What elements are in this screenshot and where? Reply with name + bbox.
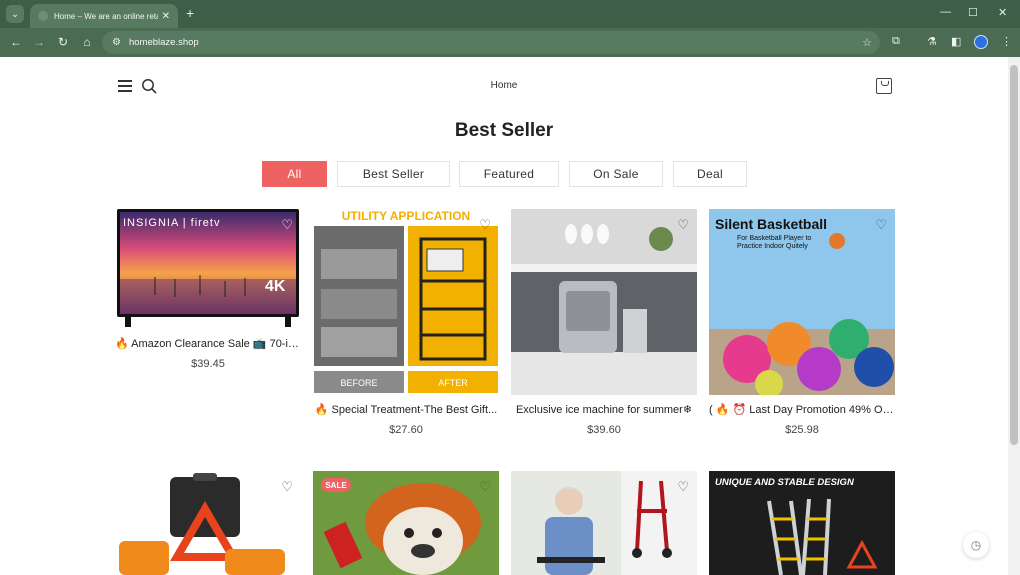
- product-image[interactable]: INSIGNIA | firetv 4K ♡: [115, 209, 301, 329]
- maximize-icon[interactable]: ☐: [968, 6, 978, 19]
- filter-best-seller[interactable]: Best Seller: [337, 161, 450, 187]
- favicon-icon: [38, 11, 48, 21]
- filter-all[interactable]: All: [262, 161, 327, 187]
- browser-toolbar: ← → ↻ ⌂ ⚙ homeblaze.shop ☆ ⧉ ⚗ ◧ ⋮: [0, 28, 1020, 57]
- product-image[interactable]: ♡: [511, 209, 697, 395]
- utility-cart-image: UTILITY APPLICATION BEFORE AFTER: [313, 209, 499, 395]
- profile-avatar[interactable]: [974, 35, 988, 49]
- tv-4k-text: 4K: [265, 278, 286, 295]
- browser-tab[interactable]: Home – We are an online retai ✕: [30, 4, 178, 28]
- product-title[interactable]: 🔥 Special Treatment-The Best Gift...: [313, 403, 499, 416]
- wishlist-heart-icon[interactable]: ♡: [479, 217, 491, 233]
- minimize-icon[interactable]: —: [940, 6, 951, 18]
- tab-title: Home – We are an online retai: [54, 11, 158, 21]
- utility-headline: UTILITY APPLICATION: [342, 209, 470, 223]
- product-card[interactable]: Silent Basketball For Basketball Player …: [709, 209, 895, 436]
- section-title: Best Seller: [454, 120, 554, 141]
- product-image[interactable]: UNIQUE AND STABLE DESIGN: [709, 471, 895, 575]
- before-label: BEFORE: [340, 378, 377, 388]
- wishlist-heart-icon[interactable]: ♡: [875, 217, 887, 233]
- product-card[interactable]: ♡: [511, 471, 697, 575]
- wishlist-heart-icon[interactable]: ♡: [677, 217, 689, 233]
- ladder-image: UNIQUE AND STABLE DESIGN: [709, 471, 895, 575]
- address-bar[interactable]: ⚙ homeblaze.shop ☆: [102, 31, 880, 54]
- product-image[interactable]: ♡: [115, 471, 301, 575]
- home-icon[interactable]: ⌂: [80, 35, 94, 49]
- product-card[interactable]: ♡ Exclusive ice machine for summer❄ $39.…: [511, 209, 697, 436]
- cart-icon[interactable]: [876, 78, 892, 94]
- product-price: $39.45: [191, 358, 225, 370]
- basketball-image: Silent Basketball For Basketball Player …: [709, 209, 895, 395]
- close-tab-icon[interactable]: ✕: [162, 11, 170, 22]
- wishlist-heart-icon[interactable]: ♡: [677, 479, 689, 495]
- product-card[interactable]: INSIGNIA | firetv 4K ♡ 🔥 Amazon Clearanc…: [115, 209, 301, 370]
- filter-deal[interactable]: Deal: [673, 161, 747, 187]
- nav-home-link[interactable]: Home: [0, 80, 1008, 91]
- sale-badge: SALE: [325, 481, 347, 490]
- product-price: $39.60: [587, 424, 621, 436]
- side-panel-icon[interactable]: ◧: [951, 35, 961, 48]
- reload-icon[interactable]: ↻: [56, 35, 70, 49]
- tv-brand-text: INSIGNIA | firetv: [123, 217, 221, 229]
- after-label: AFTER: [438, 378, 468, 388]
- product-image[interactable]: ♡: [511, 471, 697, 575]
- product-image[interactable]: UTILITY APPLICATION BEFORE AFTER ♡: [313, 209, 499, 395]
- bookmark-star-icon[interactable]: ☆: [862, 36, 872, 49]
- new-tab-icon[interactable]: +: [186, 5, 194, 21]
- product-card[interactable]: ♡: [115, 471, 301, 575]
- browser-tabbar: ⌄ Home – We are an online retai ✕ + — ☐ …: [0, 0, 1020, 28]
- filter-featured[interactable]: Featured: [459, 161, 559, 187]
- ice-machine-image: [511, 209, 697, 395]
- address-url: homeblaze.shop: [128, 37, 199, 48]
- scrollbar-thumb[interactable]: [1010, 65, 1018, 445]
- product-card[interactable]: SALE ♡: [313, 471, 499, 575]
- product-title[interactable]: ( 🔥 ⏰ Last Day Promotion 49% OF...: [709, 403, 895, 416]
- product-price: $25.98: [785, 424, 819, 436]
- labs-icon[interactable]: ⚗: [927, 35, 937, 48]
- product-price: $27.60: [389, 424, 423, 436]
- wishlist-heart-icon[interactable]: ♡: [479, 479, 491, 495]
- product-card[interactable]: UTILITY APPLICATION BEFORE AFTER ♡ 🔥 Spe…: [313, 209, 499, 436]
- web-page: Home Best Seller All Best Seller Feature…: [0, 57, 1008, 575]
- back-icon[interactable]: ←: [9, 35, 23, 49]
- extensions-icon[interactable]: ⧉: [892, 35, 900, 48]
- product-card[interactable]: UNIQUE AND STABLE DESIGN: [709, 471, 895, 575]
- tab-search-icon[interactable]: ⌄: [6, 5, 24, 23]
- menu-kebab-icon[interactable]: ⋮: [1001, 35, 1012, 48]
- ladder-headline: UNIQUE AND STABLE DESIGN: [715, 477, 855, 488]
- tv-image: INSIGNIA | firetv 4K: [117, 209, 299, 327]
- window-close-icon[interactable]: ✕: [998, 6, 1007, 19]
- pet-wig-image: SALE: [313, 471, 499, 575]
- basketball-headline: Silent Basketball: [715, 216, 827, 232]
- wishlist-heart-icon[interactable]: ♡: [281, 217, 293, 233]
- site-info-icon[interactable]: ⚙: [112, 37, 121, 48]
- wishlist-heart-icon[interactable]: ♡: [281, 479, 293, 495]
- product-title[interactable]: 🔥 Amazon Clearance Sale 📺 70-in...: [115, 337, 301, 350]
- history-icon[interactable]: ◷: [963, 532, 989, 558]
- filter-on-sale[interactable]: On Sale: [569, 161, 663, 187]
- product-image[interactable]: SALE ♡: [313, 471, 499, 575]
- car-jack-image: [115, 471, 301, 575]
- basketball-subtitle: For Basketball Player to Practice Indoor…: [737, 235, 812, 250]
- forward-icon[interactable]: →: [32, 35, 46, 49]
- product-image[interactable]: Silent Basketball For Basketball Player …: [709, 209, 895, 395]
- rollator-image: [511, 471, 697, 575]
- product-title[interactable]: Exclusive ice machine for summer❄: [511, 403, 697, 416]
- page-scrollbar[interactable]: [1008, 57, 1020, 575]
